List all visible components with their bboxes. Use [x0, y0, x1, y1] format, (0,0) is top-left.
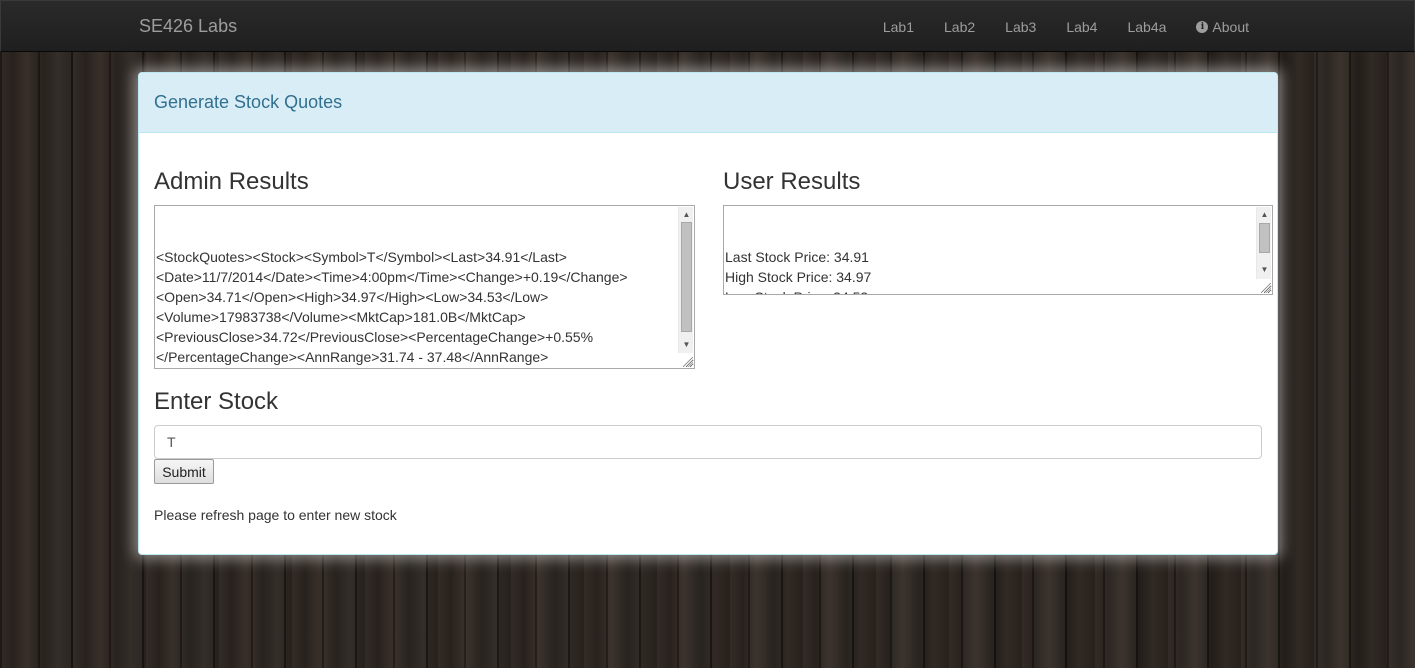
- info-circle-icon: i: [1196, 21, 1209, 33]
- nav-lab4[interactable]: Lab4: [1051, 1, 1112, 53]
- admin-scroll-thumb[interactable]: [681, 222, 692, 332]
- admin-results-heading: Admin Results: [154, 168, 309, 195]
- nav-lab3[interactable]: Lab3: [990, 1, 1051, 53]
- nav-lab2[interactable]: Lab2: [929, 1, 990, 53]
- refresh-notice: Please refresh page to enter new stock: [154, 507, 397, 523]
- nav-about[interactable]: i About: [1181, 1, 1264, 53]
- panel-title: Generate Stock Quotes: [154, 92, 343, 112]
- resize-grip-icon[interactable]: [1261, 283, 1271, 293]
- enter-stock-heading: Enter Stock: [154, 388, 279, 415]
- user-results-text: Last Stock Price: 34.91 High Stock Price…: [725, 249, 872, 294]
- scroll-down-icon[interactable]: ▼: [1257, 262, 1272, 277]
- admin-results-text: <StockQuotes><Stock><Symbol>T</Symbol><L…: [156, 249, 628, 365]
- panel-heading: Generate Stock Quotes: [139, 73, 1277, 133]
- user-results-heading: User Results: [723, 168, 861, 195]
- top-navbar: SE426 Labs Lab1 Lab2 Lab3 Lab4 Lab4a i A…: [0, 0, 1415, 52]
- resize-grip-icon[interactable]: [683, 357, 693, 367]
- admin-scrollbar[interactable]: ▲ ▼: [678, 207, 693, 353]
- nav-about-label: About: [1212, 19, 1249, 35]
- scroll-down-icon[interactable]: ▼: [679, 337, 694, 352]
- scroll-up-icon[interactable]: ▲: [1257, 207, 1272, 222]
- user-scrollbar[interactable]: ▲ ▼: [1256, 207, 1271, 279]
- scroll-up-icon[interactable]: ▲: [679, 207, 694, 222]
- brand-link[interactable]: SE426 Labs: [139, 16, 237, 37]
- submit-button[interactable]: Submit: [154, 459, 214, 484]
- stock-quotes-panel: Generate Stock Quotes Admin Results <Sto…: [138, 72, 1278, 555]
- user-scroll-thumb[interactable]: [1259, 223, 1270, 253]
- nav-lab4a[interactable]: Lab4a: [1112, 1, 1181, 53]
- stock-symbol-input[interactable]: [154, 425, 1262, 459]
- admin-results-textarea[interactable]: <StockQuotes><Stock><Symbol>T</Symbol><L…: [154, 205, 695, 369]
- nav-links: Lab1 Lab2 Lab3 Lab4 Lab4a i About: [868, 1, 1264, 53]
- nav-lab1[interactable]: Lab1: [868, 1, 929, 53]
- user-results-textarea[interactable]: Last Stock Price: 34.91 High Stock Price…: [723, 205, 1273, 295]
